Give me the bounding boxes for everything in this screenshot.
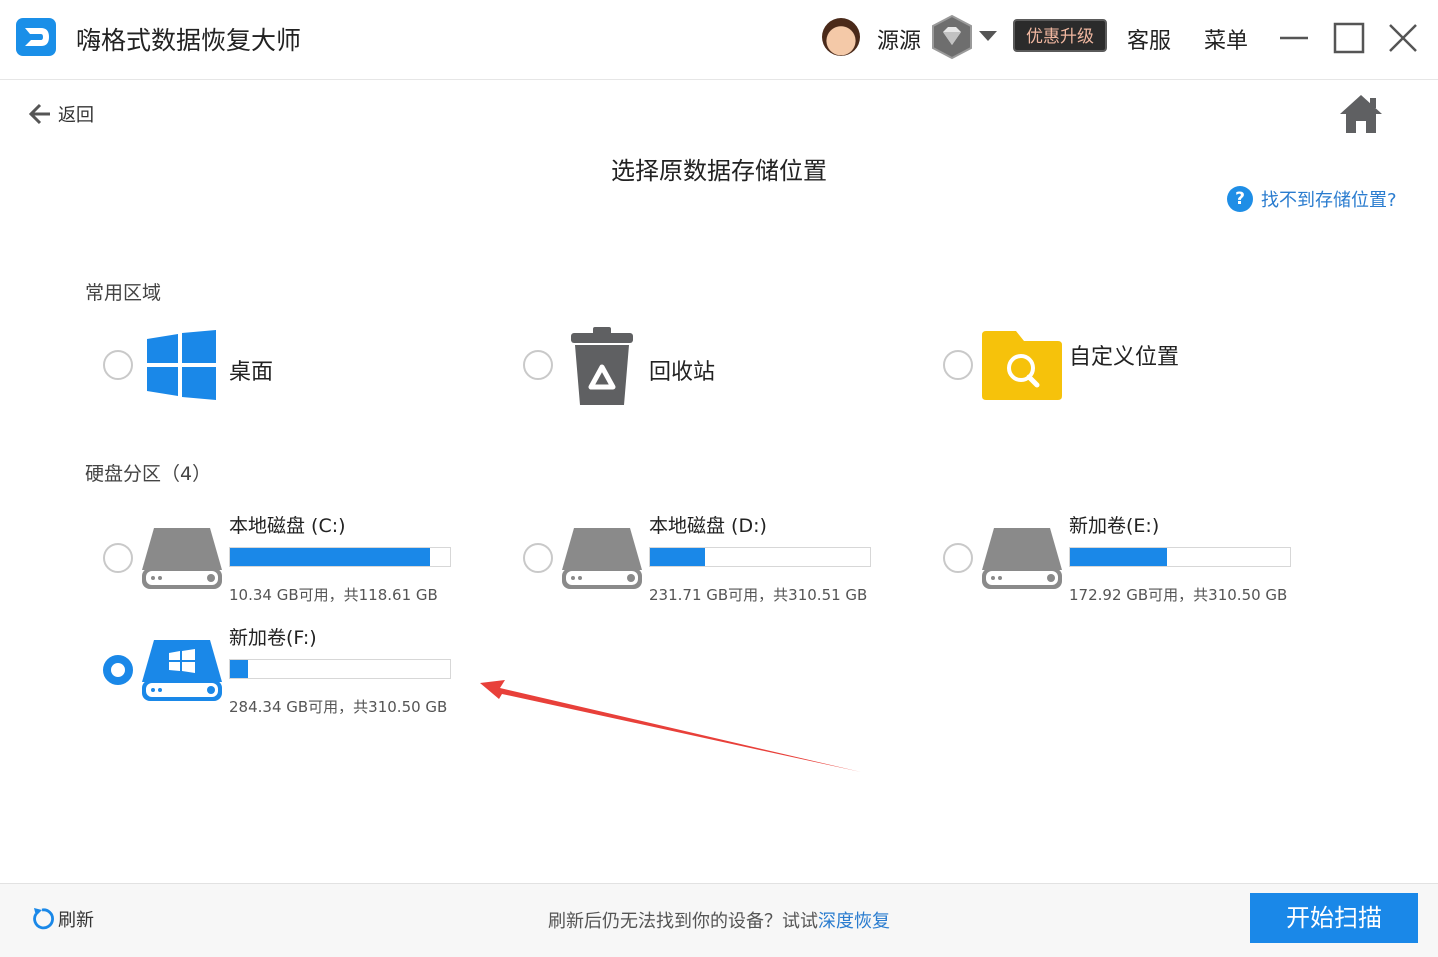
hard-drive-icon[interactable] — [142, 640, 222, 701]
desktop-radio[interactable] — [103, 350, 133, 380]
close-icon[interactable] — [1386, 20, 1420, 56]
chevron-down-icon[interactable] — [978, 29, 998, 43]
drive-info: 172.92 GB可用，共310.50 GB — [1069, 586, 1288, 604]
back-button[interactable]: 返回 — [28, 100, 94, 128]
maximize-icon[interactable] — [1332, 20, 1366, 56]
menu-button[interactable]: 菜单 — [1204, 23, 1248, 55]
user-avatar[interactable] — [822, 18, 860, 56]
recycle-bin-radio[interactable] — [523, 350, 553, 380]
recycle-bin-label[interactable]: 回收站 — [649, 354, 715, 386]
desktop-label[interactable]: 桌面 — [229, 354, 273, 386]
drive-info: 284.34 GB可用，共310.50 GB — [229, 698, 448, 716]
home-icon[interactable] — [1338, 93, 1384, 135]
deep-recovery-link[interactable]: 深度恢复 — [818, 911, 890, 932]
drive-usage-fill — [1070, 548, 1167, 566]
annotation-arrow — [480, 680, 861, 772]
drive-usage-fill — [230, 548, 431, 566]
drive-d-radio[interactable] — [523, 543, 553, 573]
help-link[interactable]: ? 找不到存储位置? — [1227, 186, 1397, 212]
app-logo-icon — [16, 18, 56, 56]
customer-service-button[interactable]: 客服 — [1127, 23, 1171, 55]
back-label: 返回 — [58, 105, 94, 126]
minimize-icon[interactable] — [1278, 20, 1310, 56]
start-scan-button[interactable]: 开始扫描 — [1250, 893, 1418, 943]
drive-usage-bar — [229, 547, 451, 567]
drive-f-radio[interactable] — [103, 655, 133, 685]
drive-usage-fill — [650, 548, 705, 566]
question-icon: ? — [1227, 186, 1253, 212]
drive-name[interactable]: 新加卷(F:) — [229, 623, 317, 650]
drive-usage-bar — [1069, 547, 1291, 567]
help-text: 找不到存储位置? — [1261, 190, 1397, 211]
footer-message-text: 刷新后仍无法找到你的设备？试试 — [548, 911, 818, 932]
drive-info: 10.34 GB可用，共118.61 GB — [229, 586, 438, 604]
drive-name[interactable]: 新加卷(E:) — [1069, 511, 1159, 538]
upgrade-button[interactable]: 优惠升级 — [1013, 19, 1107, 52]
common-section-title: 常用区域 — [85, 282, 162, 304]
hard-drive-icon[interactable] — [562, 528, 642, 589]
folder-search-icon[interactable] — [982, 331, 1062, 400]
hard-drive-icon[interactable] — [142, 528, 222, 589]
drive-usage-bar — [229, 659, 451, 679]
custom-location-label[interactable]: 自定义位置 — [1069, 339, 1179, 371]
drive-c-radio[interactable] — [103, 543, 133, 573]
drive-name[interactable]: 本地磁盘 (D:) — [649, 511, 767, 538]
page-title: 选择原数据存储位置 — [611, 157, 827, 185]
recycle-bin-icon[interactable] — [569, 325, 635, 407]
hard-drive-icon[interactable] — [982, 528, 1062, 589]
app-title: 嗨格式数据恢复大师 — [76, 26, 302, 55]
drive-usage-fill — [230, 660, 248, 678]
drive-info: 231.71 GB可用，共310.51 GB — [649, 586, 868, 604]
drive-name[interactable]: 本地磁盘 (C:) — [229, 511, 346, 538]
username[interactable]: 源源 — [877, 23, 921, 55]
custom-location-radio[interactable] — [943, 350, 973, 380]
drive-usage-bar — [649, 547, 871, 567]
footer-message: 刷新后仍无法找到你的设备？试试深度恢复 — [0, 907, 1438, 933]
arrow-left-icon — [28, 103, 50, 125]
disks-section-title: 硬盘分区（4） — [85, 463, 212, 485]
vip-diamond-icon — [932, 14, 972, 60]
windows-icon[interactable] — [147, 330, 217, 400]
drive-e-radio[interactable] — [943, 543, 973, 573]
